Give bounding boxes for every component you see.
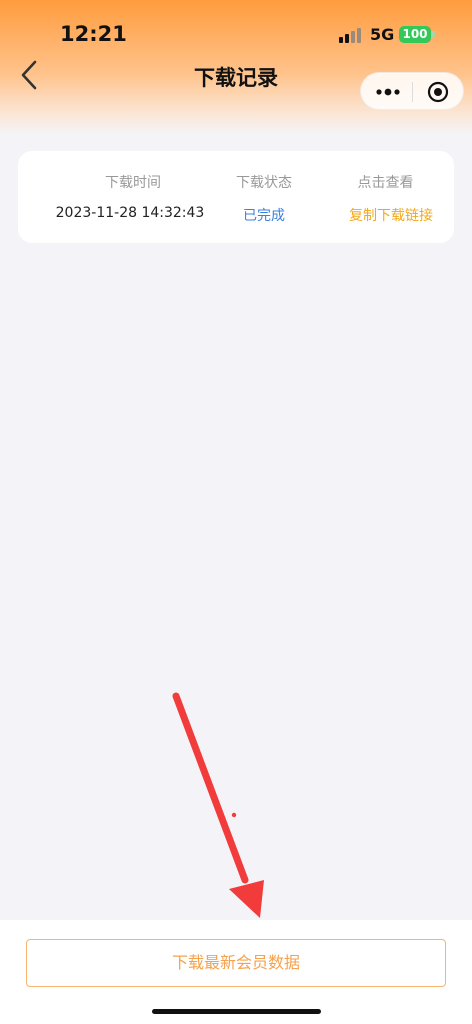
more-dots-icon (376, 88, 400, 96)
capsule-divider (412, 82, 413, 102)
header-download-status: 下载状态 (236, 175, 292, 191)
more-button[interactable] (375, 83, 401, 101)
header-view: 点击查看 (357, 175, 414, 191)
network-type: 5G (370, 25, 395, 44)
battery-icon: 100 (399, 26, 431, 43)
copy-download-link[interactable]: 复制下载链接 (331, 205, 451, 225)
download-records-page: 12:21 5G 100 下载记录 下载时间 下载状态 点击查看 2023-11… (0, 0, 472, 1024)
mini-program-capsule (360, 72, 464, 110)
download-latest-member-data-button[interactable]: 下载最新会员数据 (26, 939, 446, 987)
signal-icon (339, 27, 363, 43)
close-button[interactable] (427, 81, 449, 103)
record-card: 下载时间 下载状态 点击查看 2023-11-28 14:32:43 已完成 复… (18, 151, 454, 243)
header-download-time: 下载时间 (105, 175, 161, 191)
battery-tip (432, 31, 435, 38)
status-time: 12:21 (60, 22, 127, 46)
footer-bar: 下载最新会员数据 (0, 920, 472, 1024)
target-circle-icon (427, 81, 449, 103)
record-status: 已完成 (243, 208, 285, 224)
home-indicator (152, 1009, 321, 1014)
record-time: 2023-11-28 14:32:43 (55, 205, 205, 221)
